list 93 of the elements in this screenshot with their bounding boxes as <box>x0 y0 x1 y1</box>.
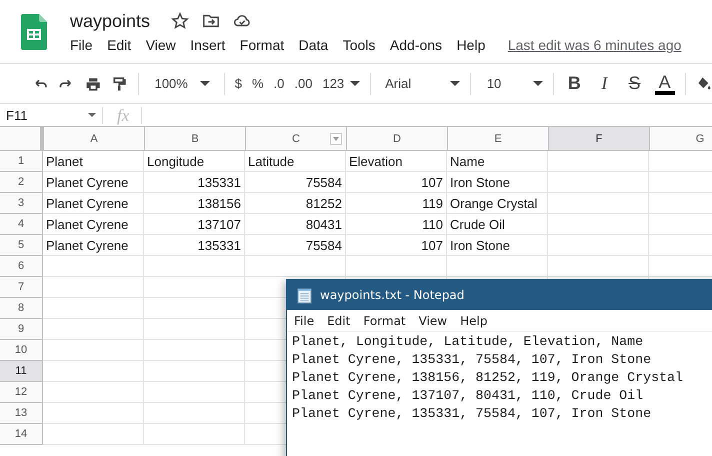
table-cell: 81252 <box>306 196 342 210</box>
row-header[interactable]: 8 <box>0 298 43 319</box>
text-line: Planet Cyrene, 135331, 75584, 107, Iron Stone <box>292 405 652 423</box>
percent-format-button[interactable]: % <box>252 76 264 91</box>
table-cell: 80431 <box>306 216 342 232</box>
menu-item[interactable]: Insert <box>190 37 226 53</box>
table-cell: Crude Oil <box>450 216 505 232</box>
currency-format-button[interactable]: $ <box>234 76 242 91</box>
menu-item[interactable]: View <box>146 37 176 53</box>
paint-format-icon[interactable] <box>111 74 128 92</box>
table-cell: 135331 <box>198 238 241 252</box>
row-header[interactable]: 6 <box>0 256 43 277</box>
table-cell: 107 <box>421 174 443 190</box>
row-header[interactable]: 11 <box>0 361 43 382</box>
column-header[interactable]: E <box>448 127 549 151</box>
text-color-button[interactable]: A <box>654 72 675 94</box>
document-title[interactable]: waypoints <box>70 10 150 32</box>
text-line: Planet Cyrene, 137107, 80431, 110, Crude Oil <box>292 387 644 405</box>
menu-item[interactable]: View <box>418 314 448 328</box>
menu-item[interactable]: Edit <box>327 314 350 328</box>
row-header[interactable]: 4 <box>0 214 43 235</box>
strikethrough-button[interactable]: S <box>624 73 645 94</box>
filter-icon[interactable] <box>330 133 342 145</box>
column-header[interactable]: C <box>246 127 347 151</box>
table-cell: Planet Cyrene <box>46 216 128 232</box>
table-cell: 137107 <box>198 216 241 232</box>
menu-item[interactable]: Help <box>456 37 486 53</box>
table-cell: 110 <box>422 216 443 232</box>
caret-icon <box>533 81 544 86</box>
table-cell: Iron Stone <box>450 238 510 252</box>
table-cell: 75584 <box>306 238 342 252</box>
column-header[interactable]: B <box>145 127 246 151</box>
table-cell: Planet Cyrene <box>46 196 128 210</box>
table-cell: Planet Cyrene <box>46 174 128 190</box>
row-header[interactable]: 10 <box>0 340 43 361</box>
folder-move-icon[interactable] <box>202 12 220 30</box>
menu-item[interactable]: Add-ons <box>390 37 442 53</box>
increase-decimals-button[interactable]: .00 <box>294 76 312 91</box>
column-header[interactable]: D <box>347 127 448 151</box>
menu-item[interactable]: Data <box>298 37 328 53</box>
table-cell: Longitude <box>147 154 204 168</box>
table-cell: Name <box>450 154 485 168</box>
table-cell: 135331 <box>198 174 241 190</box>
table-cell: Iron Stone <box>450 174 510 190</box>
row-header[interactable]: 12 <box>0 382 43 403</box>
table-cell: 75584 <box>306 174 342 190</box>
column-header[interactable]: A <box>44 127 145 151</box>
text-line: Planet, Longitude, Latitude, Elevation, Name <box>292 333 644 351</box>
bold-button[interactable]: B <box>564 73 584 94</box>
row-header[interactable]: 5 <box>0 235 43 256</box>
row-header[interactable]: 9 <box>0 319 43 340</box>
caret-icon <box>200 81 210 86</box>
text-line: Planet Cyrene, 138156, 81252, 119, Orange Crystal <box>292 369 683 387</box>
table-cell: Orange Crystal <box>450 196 538 210</box>
italic-button[interactable]: I <box>594 73 614 94</box>
font-size-dropdown[interactable]: 10 <box>480 76 544 91</box>
menu-item[interactable]: Format <box>363 314 406 328</box>
text-line: Planet Cyrene, 135331, 75584, 107, Iron Stone <box>292 351 652 369</box>
menu-item[interactable]: File <box>70 37 93 53</box>
table-cell: Planet Cyrene <box>46 238 128 252</box>
table-cell: Latitude <box>248 154 294 168</box>
font-dropdown[interactable]: Arial <box>381 76 460 91</box>
number-format-dropdown[interactable]: 123 <box>322 76 360 91</box>
row-header[interactable]: 3 <box>0 193 43 214</box>
table-cell: 119 <box>422 196 443 210</box>
table-cell: 138156 <box>198 196 241 210</box>
row-header[interactable]: 1 <box>0 151 43 172</box>
menu-item[interactable]: Tools <box>342 37 376 53</box>
column-header[interactable]: G <box>650 127 712 151</box>
menu-item[interactable]: Format <box>240 37 284 53</box>
window-title: waypoints.txt - Notepad <box>320 288 464 302</box>
sheets-logo-icon[interactable] <box>21 14 47 50</box>
table-cell: Planet <box>46 154 83 168</box>
cell-reference-field[interactable]: F11 <box>0 106 103 124</box>
row-header[interactable]: 13 <box>0 403 43 424</box>
table-cell: Elevation <box>349 154 402 168</box>
zoom-dropdown[interactable]: 100% <box>154 76 210 91</box>
star-icon[interactable] <box>171 12 190 30</box>
menu-item[interactable]: File <box>294 314 314 328</box>
caret-icon <box>450 81 460 86</box>
row-header[interactable]: 2 <box>0 172 43 193</box>
decrease-decimals-button[interactable]: .0 <box>274 76 284 91</box>
caret-icon <box>88 113 96 117</box>
row-header[interactable]: 14 <box>0 424 43 445</box>
row-header[interactable]: 7 <box>0 277 43 298</box>
notepad-icon <box>297 286 312 304</box>
table-cell: 107 <box>421 238 443 252</box>
menu-item[interactable]: Help <box>460 314 488 328</box>
caret-icon <box>350 81 360 86</box>
column-header[interactable]: F <box>549 127 650 151</box>
menu-item[interactable]: Edit <box>107 37 132 53</box>
paint-bucket-icon[interactable] <box>696 74 712 92</box>
last-edit-link[interactable]: Last edit was 6 minutes ago <box>508 37 682 53</box>
